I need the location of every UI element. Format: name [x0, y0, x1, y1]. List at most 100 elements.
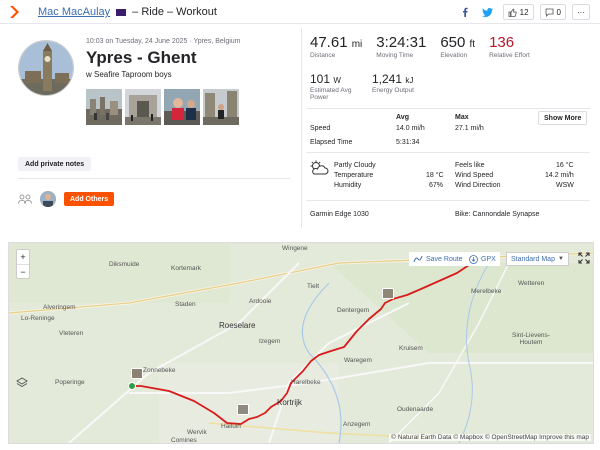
chevron-down-icon: ▼: [557, 256, 564, 262]
elevation-unit: ft: [469, 39, 476, 50]
facebook-share-button[interactable]: [458, 4, 472, 20]
save-route-button[interactable]: Save Route: [409, 252, 467, 266]
add-private-notes-button[interactable]: Add private notes: [18, 157, 92, 171]
gpx-export-button[interactable]: GPX: [465, 252, 500, 266]
map-place-label: Staden: [175, 301, 196, 308]
humidity-label: Humidity: [334, 182, 362, 189]
map-layers-icon[interactable]: [16, 377, 28, 389]
map-place-label: Dentergem: [337, 307, 370, 314]
group-riders-icon: [18, 194, 32, 204]
map-place-label: Ardooie: [249, 298, 272, 305]
partly-cloudy-icon: [310, 160, 329, 175]
humidity-value: 67%: [429, 182, 444, 189]
add-others-button[interactable]: Add Others: [64, 192, 115, 206]
stat-power: 101 W Estimated Avg Power: [310, 72, 372, 101]
activity-photo[interactable]: [164, 89, 200, 125]
col-max-header: Max: [455, 114, 469, 121]
activity-photo[interactable]: [86, 89, 122, 125]
map-style-label: Standard Map: [511, 255, 555, 263]
relative-effort-value: 136: [489, 34, 515, 51]
more-dots-icon: ···: [577, 7, 585, 17]
power-unit: W: [333, 76, 341, 85]
wind-direction-label: Wind Direction: [455, 182, 501, 189]
map-place-label: Waregem: [344, 357, 372, 364]
temperature-label: Temperature: [334, 172, 374, 179]
map-style-dropdown[interactable]: Standard Map ▼: [506, 252, 569, 266]
athlete-avatar[interactable]: [18, 40, 74, 96]
divider: [306, 200, 590, 201]
route-photo-marker[interactable]: [237, 404, 249, 415]
map-place-label: Roeselare: [219, 321, 256, 330]
map-place-label: Wetteren: [518, 280, 545, 287]
temperature-value: 18 °C: [426, 172, 444, 179]
map-attribution[interactable]: © Natural Earth Data © Mapbox © OpenStre…: [389, 434, 591, 441]
map-place-label: Oudenaarde: [397, 406, 434, 413]
athlete-name-link[interactable]: Mac MacAulay: [38, 6, 110, 18]
activity-photo[interactable]: [125, 89, 161, 125]
energy-label: Energy Output: [372, 87, 414, 94]
twitter-share-button[interactable]: [478, 4, 497, 20]
show-more-button[interactable]: Show More: [538, 111, 588, 125]
map-place-label: Halluin: [221, 423, 241, 430]
power-value: 101: [310, 72, 331, 86]
bike-name[interactable]: Bike: Cannondale Synapse: [455, 211, 539, 218]
zoom-controls: + −: [16, 249, 30, 279]
strava-logo-icon: [10, 6, 19, 18]
group-member-avatar[interactable]: [40, 191, 56, 207]
distance-value: 47.61: [310, 34, 348, 51]
activity-photo[interactable]: [203, 89, 239, 125]
map-place-label: Anzegem: [343, 421, 371, 428]
power-label: Estimated Avg Power: [310, 87, 352, 101]
route-icon: [413, 255, 423, 263]
kudos-button[interactable]: 12: [502, 4, 534, 20]
route-photo-marker[interactable]: [382, 288, 394, 299]
club-flag-icon: [116, 8, 127, 16]
thumbs-up-icon: [508, 7, 517, 17]
speed-max: 27.1 mi/h: [455, 125, 484, 132]
map-place-label: Alveringem: [43, 304, 76, 311]
relative-effort-label: Relative Effort: [489, 52, 530, 59]
panel-divider: [301, 28, 302, 228]
speed-avg: 14.0 mi/h: [396, 125, 425, 132]
stat-relative-effort[interactable]: 136 Relative Effort: [489, 34, 530, 59]
comment-count: 0: [556, 7, 561, 17]
header-actions: 12 0 ···: [458, 4, 590, 20]
big-ben-photo: [19, 41, 73, 95]
divider: [18, 178, 290, 179]
map-place-label: Izegem: [259, 338, 281, 345]
group-activity-row: Add Others: [18, 191, 115, 207]
map-place-label: Diksmuide: [109, 261, 140, 268]
distance-label: Distance: [310, 52, 336, 59]
route-photo-marker[interactable]: [131, 368, 143, 379]
map-place-label: Wingene: [282, 245, 308, 252]
primary-stats: 47.61 mi Distance 3:24:31 Moving Time 65…: [310, 34, 544, 59]
gpx-label: GPX: [481, 255, 496, 263]
zoom-in-button[interactable]: +: [17, 250, 29, 265]
stat-distance: 47.61 mi Distance: [310, 34, 362, 59]
activity-title[interactable]: Ypres - Ghent: [86, 48, 197, 68]
comment-button[interactable]: 0: [539, 4, 566, 20]
map-place-label: Tielt: [307, 283, 320, 290]
map-place-label: Comines: [171, 437, 197, 444]
facebook-icon: [462, 7, 468, 17]
secondary-stats: 101 W Estimated Avg Power 1,241 kJ Energ…: [310, 72, 434, 101]
wind-direction-value: WSW: [556, 182, 574, 189]
twitter-icon: [481, 7, 493, 17]
map-place-label: Sint-Lievens-Houtem: [512, 332, 550, 346]
zoom-out-button[interactable]: −: [17, 265, 29, 279]
fullscreen-icon[interactable]: [578, 252, 590, 264]
map-place-label: Lo-Reninge: [21, 315, 55, 322]
map-place-label: Zonnebeke: [143, 367, 176, 374]
activity-photos: [86, 89, 239, 125]
route-map[interactable]: Wingene Diksmuide Kortemark Tielt Wetter…: [8, 242, 594, 444]
more-options-button[interactable]: ···: [572, 4, 590, 20]
map-place-label: Kruisem: [399, 345, 423, 352]
wind-speed-label: Wind Speed: [455, 172, 494, 179]
stat-moving-time: 3:24:31 Moving Time: [376, 34, 426, 59]
map-place-label: Kortemark: [171, 265, 201, 272]
feels-like-label: Feels like: [455, 162, 485, 169]
download-icon: [469, 254, 478, 264]
activity-date-location: 10:03 on Tuesday, 24 June 2025 · Ypres, …: [86, 38, 241, 45]
route-start-marker[interactable]: [128, 382, 136, 390]
wind-speed-value: 14.2 mi/h: [545, 172, 574, 179]
